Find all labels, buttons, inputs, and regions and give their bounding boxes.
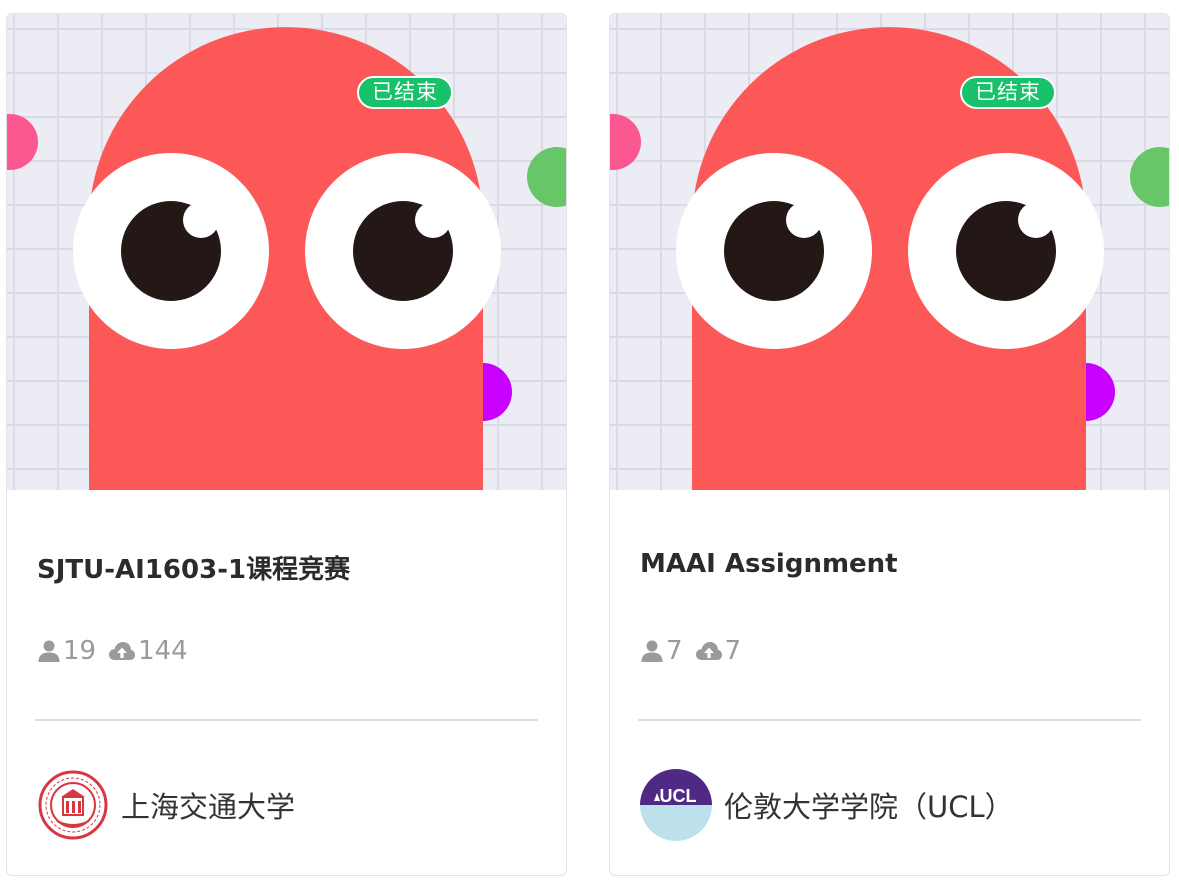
submissions-stat: 144 [108, 636, 188, 666]
pink-dot [610, 114, 641, 170]
competition-title[interactable]: SJTU-AI1603-1课程竞赛 [37, 549, 350, 586]
cloud-upload-icon [695, 640, 723, 662]
competition-stats: 7 7 [640, 634, 753, 668]
submissions-count: 7 [724, 636, 742, 666]
sjtu-seal-logo [37, 769, 109, 841]
monster-illustration [610, 27, 1169, 490]
organizer[interactable]: UCL 伦敦大学学院（UCL） [640, 769, 1014, 841]
card-divider [638, 719, 1141, 721]
status-badge: 已结束 [357, 76, 453, 109]
organizer-name: 伦敦大学学院（UCL） [724, 790, 1014, 824]
ucl-logo-text: UCL [660, 786, 697, 806]
competition-cover-image[interactable]: 已结束 [7, 14, 566, 490]
participants-count: 7 [666, 636, 683, 666]
submissions-count: 144 [138, 636, 188, 666]
pink-dot [7, 114, 38, 170]
participants-count: 19 [63, 636, 97, 666]
monster-illustration [7, 27, 566, 490]
competition-title[interactable]: MAAI Assignment [640, 549, 898, 579]
card-divider [35, 719, 538, 721]
green-dot [1130, 147, 1169, 207]
competition-card[interactable]: 已结束 SJTU-AI1603-1课程竞赛 19 144 上海交通大学 [6, 13, 567, 876]
ucl-logo: UCL [640, 769, 712, 841]
competition-stats: 19 144 [37, 634, 200, 668]
status-badge: 已结束 [960, 76, 1056, 109]
green-dot [527, 147, 566, 207]
competition-grid: 已结束 SJTU-AI1603-1课程竞赛 19 144 上海交通大学 已结束 … [0, 0, 1179, 887]
organizer[interactable]: 上海交通大学 [37, 769, 295, 841]
user-icon [37, 639, 61, 663]
cloud-upload-icon [108, 640, 136, 662]
competition-cover-image[interactable]: 已结束 [610, 14, 1169, 490]
left-eye-highlight [786, 202, 822, 238]
right-eye-highlight [415, 202, 451, 238]
user-icon [640, 639, 664, 663]
right-eye-highlight [1018, 202, 1054, 238]
participants-stat: 7 [640, 636, 683, 666]
organizer-name: 上海交通大学 [121, 790, 296, 824]
left-eye-highlight [183, 202, 219, 238]
participants-stat: 19 [37, 636, 96, 666]
submissions-stat: 7 [695, 636, 742, 666]
competition-card[interactable]: 已结束 MAAI Assignment 7 7 UCL 伦敦大学学院（UCL） [609, 13, 1170, 876]
